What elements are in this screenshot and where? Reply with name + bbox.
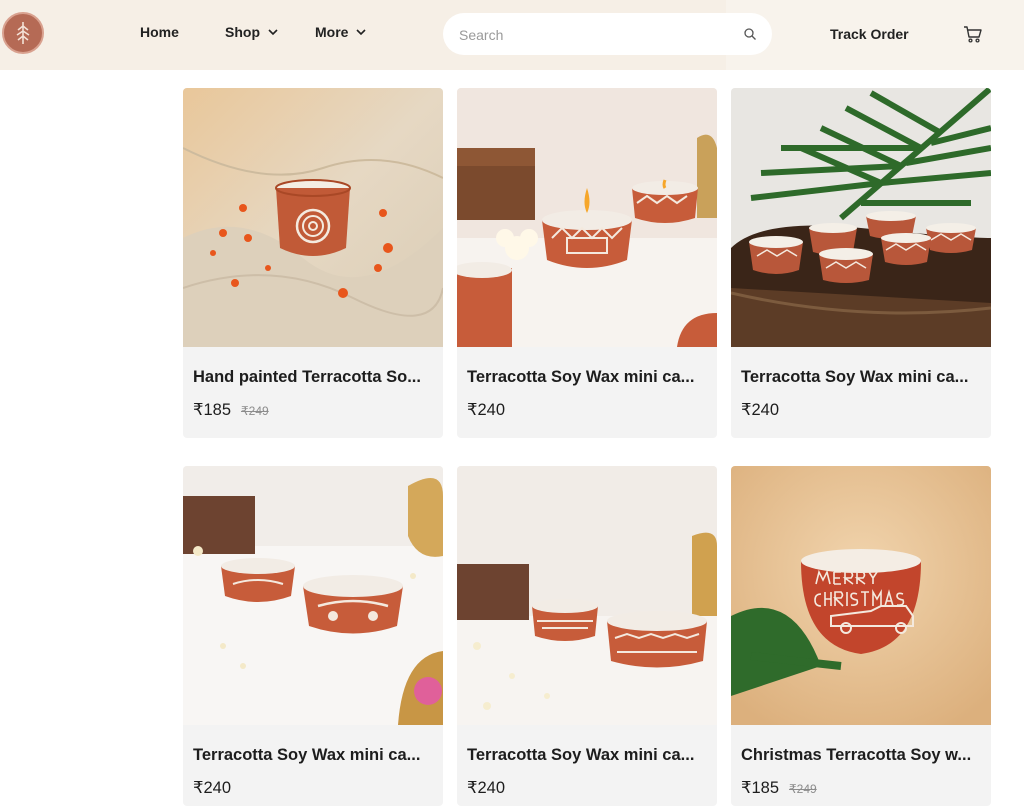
product-title[interactable]: Terracotta Soy Wax mini ca... [741,368,981,387]
product-price: ₹240 [467,779,506,797]
nav-shop[interactable]: Shop [225,24,280,40]
product-price: ₹240 [467,401,506,419]
price-row: ₹240 [193,778,231,798]
product-image[interactable] [731,466,991,725]
product-title[interactable]: Terracotta Soy Wax mini ca... [467,368,707,387]
product-image[interactable] [183,88,443,347]
product-image[interactable] [731,88,991,347]
chevron-down-icon [356,29,367,36]
price-row: ₹240 [741,400,779,420]
product-image[interactable] [457,88,717,347]
product-price: ₹185 [193,401,232,419]
price-row: ₹240 [467,778,505,798]
price-row: ₹240 [467,400,505,420]
product-card[interactable]: Terracotta Soy Wax mini ca... ₹240 [183,466,443,806]
product-card[interactable]: Christmas Terracotta Soy w... ₹185 ₹249 [731,466,991,806]
product-price: ₹240 [193,779,232,797]
product-mrp: ₹249 [789,782,817,796]
nav-more[interactable]: More [315,24,368,40]
search-input[interactable] [457,13,731,57]
brand-logo[interactable] [2,12,44,54]
product-title[interactable]: Terracotta Soy Wax mini ca... [467,746,707,765]
product-card[interactable]: Terracotta Soy Wax mini ca... ₹240 [457,88,717,438]
product-card[interactable]: Terracotta Soy Wax mini ca... ₹240 [457,466,717,806]
nav-home-label: Home [140,24,179,40]
product-price: ₹185 [741,779,780,797]
price-row: ₹185 ₹249 [741,778,817,798]
product-price: ₹240 [741,401,780,419]
nav-home[interactable]: Home [140,24,179,40]
site-header: Home Shop More Track Order [0,0,1024,70]
price-row: ₹185 ₹249 [193,400,269,420]
nav-more-label: More [315,24,349,40]
product-mrp: ₹249 [241,404,269,418]
cart-icon[interactable] [963,24,983,44]
nav-shop-label: Shop [225,24,260,40]
search-icon[interactable] [743,27,757,41]
product-title[interactable]: Hand painted Terracotta So... [193,368,433,387]
chevron-down-icon [268,29,278,36]
product-image[interactable] [457,466,717,725]
product-image[interactable] [183,466,443,725]
product-card[interactable]: Terracotta Soy Wax mini ca... ₹240 [731,88,991,438]
search-bar [443,13,772,57]
product-title[interactable]: Christmas Terracotta Soy w... [741,746,981,765]
product-card[interactable]: Hand painted Terracotta So... ₹185 ₹249 [183,88,443,438]
track-order-link[interactable]: Track Order [830,26,909,42]
logo-icon [16,22,30,44]
product-title[interactable]: Terracotta Soy Wax mini ca... [193,746,433,765]
